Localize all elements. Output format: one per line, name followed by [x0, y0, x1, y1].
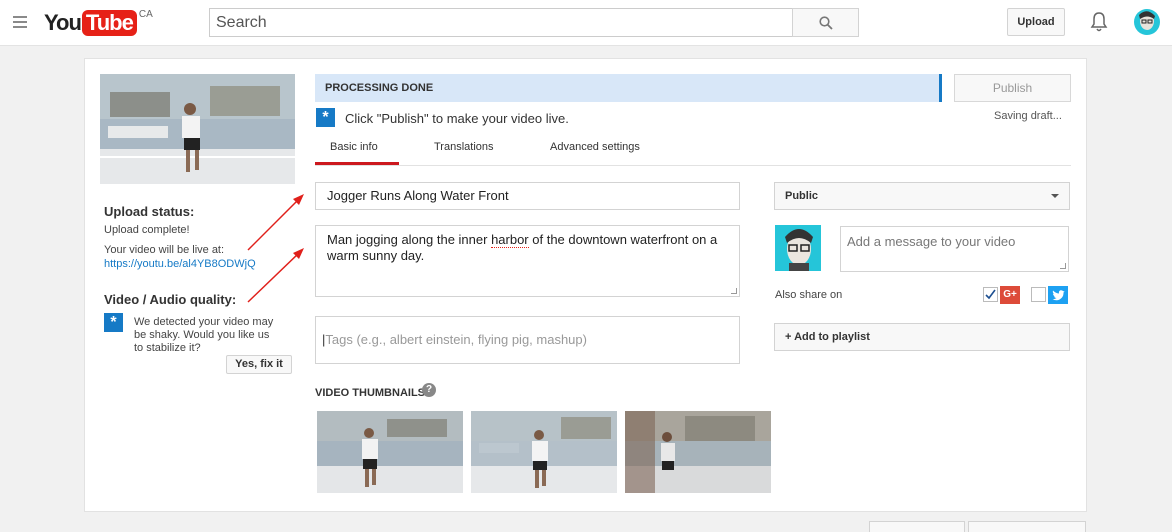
description-text-post: of the downtown waterfront on a	[528, 232, 718, 247]
resize-handle[interactable]	[731, 288, 737, 294]
share-twitter-checkbox[interactable]	[1031, 287, 1046, 302]
thumbnail-option-1[interactable]	[317, 411, 463, 493]
google-plus-icon: G+	[1000, 286, 1020, 304]
bottom-button-1[interactable]	[869, 521, 965, 532]
share-message-placeholder: Add a message to your video	[847, 234, 1016, 249]
twitter-icon	[1048, 286, 1068, 304]
upload-status-heading: Upload status:	[104, 204, 195, 219]
star-info-icon: *	[316, 108, 335, 127]
search-box	[209, 8, 793, 37]
video-link[interactable]: https://youtu.be/al4YB8ODWjQ	[104, 258, 256, 270]
logo-region: CA	[138, 9, 153, 20]
fix-it-button[interactable]: Yes, fix it	[226, 355, 292, 374]
thumbnail-option-2[interactable]	[471, 411, 617, 493]
star-info-icon: *	[104, 313, 123, 332]
avatar	[775, 225, 821, 271]
quality-heading: Video / Audio quality:	[104, 292, 237, 307]
video-preview[interactable]	[100, 74, 295, 184]
also-share-label: Also share on	[775, 289, 843, 301]
tags-placeholder: Tags (e.g., albert einstein, flying pig,…	[325, 332, 587, 347]
shaky-line-2: be shaky. Would you like us	[134, 329, 270, 341]
misspelled-word: harbor	[491, 232, 529, 248]
upload-complete-text: Upload complete!	[104, 224, 190, 236]
publish-button[interactable]: Publish	[954, 74, 1071, 102]
masthead: You Tube CA Upload	[0, 0, 1172, 46]
tab-basic-info[interactable]: Basic info	[330, 141, 378, 153]
privacy-select[interactable]: Public	[774, 182, 1070, 210]
description-line-2: warm sunny day.	[327, 248, 425, 263]
publish-message: Click "Publish" to make your video live.	[345, 111, 569, 126]
tab-advanced-settings[interactable]: Advanced settings	[550, 141, 640, 153]
hamburger-icon[interactable]	[13, 16, 27, 28]
live-at-text: Your video will be live at:	[104, 244, 225, 256]
logo-tube: Tube	[81, 10, 137, 36]
caret-down-icon	[1051, 194, 1059, 198]
shaky-line-1: We detected your video may	[134, 316, 274, 328]
help-icon[interactable]: ?	[422, 383, 436, 397]
thumbnail-option-3[interactable]	[625, 411, 771, 493]
search-icon	[819, 16, 833, 30]
tab-translations[interactable]: Translations	[434, 141, 494, 153]
tags-field[interactable]: |Tags (e.g., albert einstein, flying pig…	[315, 316, 740, 364]
saving-status: Saving draft...	[994, 110, 1062, 122]
upload-button[interactable]: Upload	[1007, 8, 1065, 36]
share-gplus-checkbox[interactable]	[983, 287, 998, 302]
bottom-button-2[interactable]	[968, 521, 1086, 532]
checkbox-icon	[985, 289, 996, 300]
logo-you: You	[44, 10, 82, 35]
youtube-logo[interactable]: You Tube CA	[44, 10, 153, 36]
search-button[interactable]	[792, 8, 859, 37]
account-avatar[interactable]	[1134, 9, 1160, 35]
thumbnails-label: VIDEO THUMBNAILS	[315, 387, 425, 399]
search-input[interactable]	[210, 9, 792, 36]
shaky-line-3: to stabilize it?	[134, 342, 201, 354]
share-message-field[interactable]: Add a message to your video	[840, 226, 1069, 272]
description-text-pre: Man jogging along the inner	[327, 232, 492, 247]
tabs-divider	[315, 165, 1071, 166]
privacy-value: Public	[785, 190, 819, 202]
annotation-arrows	[247, 194, 304, 303]
description-field[interactable]: Man jogging along the inner harbor of th…	[315, 225, 740, 297]
title-field[interactable]: Jogger Runs Along Water Front	[315, 182, 740, 210]
bell-icon[interactable]	[1090, 11, 1108, 33]
resize-handle[interactable]	[1060, 263, 1066, 269]
add-to-playlist-button[interactable]: + Add to playlist	[774, 323, 1070, 351]
processing-status: PROCESSING DONE	[315, 74, 942, 102]
